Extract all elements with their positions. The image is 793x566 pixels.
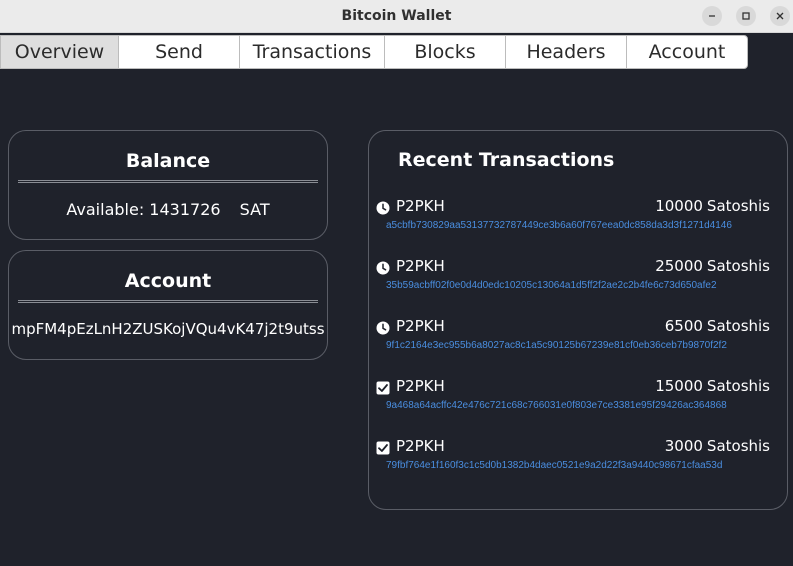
- transaction-amount: 15000 Satoshis: [651, 377, 770, 395]
- checkbox-checked-icon: [376, 441, 390, 455]
- account-panel: Account mpFM4pEzLnH2ZUSKojVQu4vK47j2t9ut…: [8, 250, 328, 360]
- minimize-icon: [709, 15, 715, 17]
- transaction-amount-value: 25000: [655, 257, 703, 275]
- tab-blocks[interactable]: Blocks: [384, 35, 506, 69]
- balance-amount: 1431726: [149, 200, 221, 219]
- transaction-row[interactable]: P2PKH 3000 Satoshis 79fbf764e1f160f3c1c5d…: [369, 435, 787, 481]
- tab-bar: Overview Send Transactions Blocks Header…: [0, 34, 793, 69]
- close-button[interactable]: [770, 6, 790, 26]
- transaction-type: P2PKH: [396, 257, 445, 275]
- tab-transactions[interactable]: Transactions: [239, 35, 385, 69]
- maximize-button[interactable]: [736, 6, 756, 26]
- transaction-amount-value: 15000: [655, 377, 703, 395]
- maximize-icon: [742, 12, 750, 20]
- transaction-row[interactable]: P2PKH 25000 Satoshis 35b59acbff02f0e0d4d0…: [369, 255, 787, 301]
- clock-icon: [376, 201, 390, 215]
- checkbox-checked-icon: [376, 381, 390, 395]
- transaction-amount-unit: Satoshis: [706, 437, 770, 455]
- transaction-hash-link[interactable]: 79fbf764e1f160f3c1c5d0b1382b4daec0521e9a…: [386, 460, 722, 471]
- transaction-type: P2PKH: [396, 377, 445, 395]
- transaction-row[interactable]: P2PKH 10000 Satoshis a5cbfb730829aa531377…: [369, 195, 787, 241]
- transaction-amount-value: 10000: [655, 197, 703, 215]
- balance-divider: [18, 180, 318, 183]
- transaction-amount: 6500 Satoshis: [661, 317, 770, 335]
- balance-unit: SAT: [239, 200, 270, 219]
- tab-account[interactable]: Account: [626, 35, 748, 69]
- transaction-amount-unit: Satoshis: [706, 257, 770, 275]
- tab-send[interactable]: Send: [118, 35, 240, 69]
- transaction-hash-link[interactable]: 9f1c2164e3ec955b6a8027ac8c1a5c90125b6723…: [386, 340, 727, 351]
- transaction-type: P2PKH: [396, 197, 445, 215]
- transaction-hash-link[interactable]: a5cbfb730829aa53137732787449ce3b6a60f767…: [386, 220, 732, 231]
- transaction-amount: 10000 Satoshis: [651, 197, 770, 215]
- transaction-type: P2PKH: [396, 317, 445, 335]
- transaction-amount: 3000 Satoshis: [661, 437, 770, 455]
- window-title: Bitcoin Wallet: [341, 8, 452, 24]
- account-divider: [18, 300, 318, 303]
- clock-icon: [376, 261, 390, 275]
- tab-headers[interactable]: Headers: [505, 35, 627, 69]
- recent-transactions-panel: Recent Transactions P2PKH 10000 Satoshis …: [368, 130, 788, 510]
- balance-title: Balance: [125, 150, 211, 172]
- balance-panel: Balance Available: 1431726 SAT: [8, 130, 328, 240]
- transaction-amount-value: 3000: [664, 437, 703, 455]
- clock-icon: [376, 321, 390, 335]
- tab-overview[interactable]: Overview: [0, 35, 119, 69]
- transaction-type: P2PKH: [396, 437, 445, 455]
- account-title: Account: [124, 270, 212, 292]
- window-titlebar: Bitcoin Wallet: [0, 0, 793, 33]
- transaction-amount-unit: Satoshis: [706, 197, 770, 215]
- account-address: mpFM4pEzLnH2ZUSKojVQu4vK47j2t9utss: [11, 320, 325, 338]
- transaction-amount: 25000 Satoshis: [651, 257, 770, 275]
- transaction-row[interactable]: P2PKH 15000 Satoshis 9a468a64acffc42e476c…: [369, 375, 787, 421]
- close-icon: [776, 12, 784, 20]
- transaction-row[interactable]: P2PKH 6500 Satoshis 9f1c2164e3ec955b6a802…: [369, 315, 787, 361]
- transaction-hash-link[interactable]: 9a468a64acffc42e476c721c68c766031e0f803e…: [386, 400, 727, 411]
- transaction-amount-unit: Satoshis: [706, 377, 770, 395]
- transaction-amount-unit: Satoshis: [706, 317, 770, 335]
- balance-available-label: Available:: [66, 200, 145, 219]
- transaction-amount-value: 6500: [664, 317, 703, 335]
- recent-transactions-title: Recent Transactions: [398, 149, 615, 171]
- balance-available: Available: 1431726 SAT: [9, 200, 327, 219]
- minimize-button[interactable]: [702, 6, 722, 26]
- transaction-hash-link[interactable]: 35b59acbff02f0e0d4d0edc10205c13064a1d5ff…: [386, 280, 717, 291]
